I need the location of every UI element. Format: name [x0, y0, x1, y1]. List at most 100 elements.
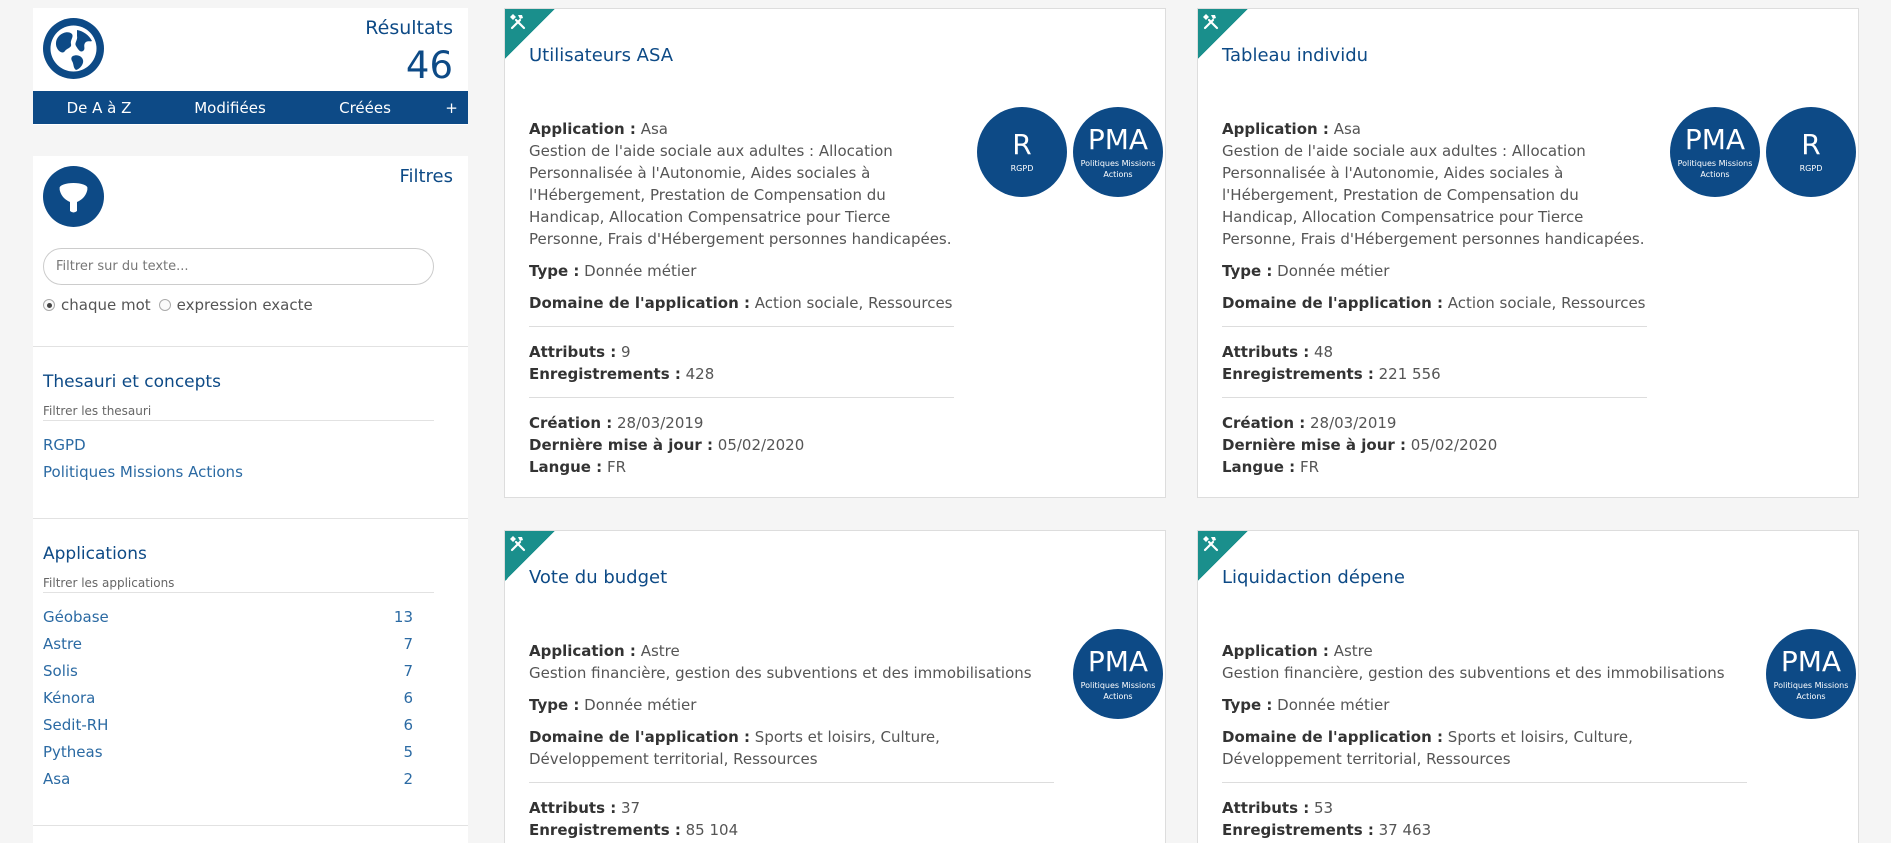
language-value: FR	[606, 458, 627, 476]
card-details: Application : Astre Gestion financière, g…	[529, 640, 1054, 841]
badge-rgpd[interactable]: R RGPD	[977, 107, 1067, 197]
thesauri-title: Thesauri et concepts	[43, 372, 221, 392]
application-label: Application :	[529, 120, 636, 138]
dataset-card[interactable]: Utilisateurs ASA R RGPD PMA Politiques Mis…	[504, 8, 1166, 498]
dataset-card[interactable]: Liquidaction dépene PMA Politiques Missio…	[1197, 530, 1859, 843]
application-item[interactable]: Asa 2	[43, 770, 413, 788]
application-label: Application :	[1222, 120, 1329, 138]
language-label: Langue :	[1222, 458, 1296, 476]
application-count: 5	[403, 743, 413, 761]
results-label: Résultats	[365, 17, 453, 39]
creation-label: Création :	[529, 414, 613, 432]
application-description: Gestion de l'aide sociale aux adultes : …	[529, 142, 952, 248]
card-title[interactable]: Utilisateurs ASA	[529, 45, 673, 66]
divider	[1222, 782, 1747, 783]
filters-label: Filtres	[399, 166, 453, 187]
badge-code: PMA	[1684, 122, 1746, 156]
radio-exact-expression-label: expression exacte	[176, 296, 313, 314]
card-title[interactable]: Vote du budget	[529, 567, 667, 588]
badge-caption: Politiques Missions Actions	[1773, 680, 1849, 701]
records-label: Enregistrements :	[529, 365, 681, 383]
radio-each-word[interactable]	[43, 299, 55, 311]
card-title[interactable]: Liquidaction dépene	[1222, 567, 1405, 588]
last-update-value: 05/02/2020	[717, 436, 805, 454]
badge-pma[interactable]: PMA Politiques Missions Actions	[1670, 107, 1760, 197]
domain-label: Domaine de l'application :	[1222, 728, 1444, 746]
badge-rgpd[interactable]: R RGPD	[1766, 107, 1856, 197]
application-count: 6	[403, 689, 413, 707]
application-description: Gestion financière, gestion des subventi…	[529, 664, 1032, 682]
badge-caption: RGPD	[1010, 164, 1034, 173]
application-name: Astre	[43, 635, 83, 653]
badge-group: PMA Politiques Missions Actions R RGPD	[1670, 107, 1856, 197]
records-value: 428	[685, 365, 715, 383]
application-value: Asa	[1333, 120, 1361, 138]
type-label: Type :	[1222, 696, 1273, 714]
attributes-value: 53	[1314, 799, 1334, 817]
application-item[interactable]: Géobase 13	[43, 608, 413, 626]
records-label: Enregistrements :	[529, 821, 681, 839]
badge-pma[interactable]: PMA Politiques Missions Actions	[1073, 107, 1163, 197]
application-value: Asa	[640, 120, 668, 138]
divider	[33, 518, 468, 519]
badge-code: PMA	[1780, 644, 1842, 678]
creation-value: 28/03/2019	[1310, 414, 1397, 432]
application-item[interactable]: Pytheas 5	[43, 743, 413, 761]
sort-az-button[interactable]: De A à Z	[33, 99, 165, 117]
badge-group: R RGPD PMA Politiques Missions Actions	[977, 107, 1163, 197]
dataset-card[interactable]: Tableau individu PMA Politiques Missions …	[1197, 8, 1859, 498]
last-update-label: Dernière mise à jour :	[1222, 436, 1406, 454]
badge-pma[interactable]: PMA Politiques Missions Actions	[1073, 629, 1163, 719]
domain-label: Domaine de l'application :	[529, 294, 751, 312]
badge-code: PMA	[1087, 122, 1149, 156]
application-description: Gestion financière, gestion des subventi…	[1222, 664, 1725, 682]
results-panel: Résultats 46 De A à Z Modifiées Créées +	[33, 8, 468, 125]
application-item[interactable]: Solis 7	[43, 662, 413, 680]
divider	[529, 782, 1054, 783]
divider	[33, 346, 468, 347]
application-item[interactable]: Sedit-RH 6	[43, 716, 413, 734]
attributes-label: Attributs :	[1222, 799, 1310, 817]
creation-label: Création :	[1222, 414, 1306, 432]
application-name: Kénora	[43, 689, 96, 707]
application-item[interactable]: Astre 7	[43, 635, 413, 653]
attributes-value: 48	[1314, 343, 1334, 361]
divider	[33, 825, 468, 826]
badge-group: PMA Politiques Missions Actions	[1073, 629, 1163, 719]
application-name: Solis	[43, 662, 78, 680]
last-update-value: 05/02/2020	[1410, 436, 1498, 454]
sort-more-button[interactable]: +	[435, 99, 468, 117]
type-label: Type :	[529, 696, 580, 714]
records-value: 85 104	[685, 821, 739, 839]
thesauri-filter-label: Filtrer les thesauri	[43, 404, 434, 421]
application-name: Géobase	[43, 608, 109, 626]
last-update-label: Dernière mise à jour :	[529, 436, 713, 454]
application-value: Astre	[1333, 642, 1373, 660]
dataset-card[interactable]: Vote du budget PMA Politiques Missions Ac…	[504, 530, 1166, 843]
badge-pma[interactable]: PMA Politiques Missions Actions	[1766, 629, 1856, 719]
radio-exact-expression[interactable]	[158, 299, 171, 311]
badge-caption: Politiques Missions Actions	[1080, 158, 1156, 179]
type-value: Donnée métier	[1277, 262, 1390, 280]
divider	[529, 397, 954, 398]
card-title[interactable]: Tableau individu	[1222, 45, 1368, 66]
badge-code: PMA	[1087, 644, 1149, 678]
records-value: 37 463	[1378, 821, 1432, 839]
thesaurus-item-rgpd[interactable]: RGPD	[43, 436, 86, 454]
sort-modified-button[interactable]: Modifiées	[165, 99, 295, 117]
application-count: 7	[403, 662, 413, 680]
application-count: 13	[393, 608, 413, 626]
card-details: Application : Astre Gestion financière, g…	[1222, 640, 1747, 841]
text-filter-input[interactable]	[43, 248, 434, 285]
divider	[529, 326, 954, 327]
sort-created-button[interactable]: Créées	[295, 99, 435, 117]
badge-caption: Politiques Missions Actions	[1080, 680, 1156, 701]
records-label: Enregistrements :	[1222, 821, 1374, 839]
thesaurus-item-pma[interactable]: Politiques Missions Actions	[43, 463, 243, 481]
sort-bar: De A à Z Modifiées Créées +	[33, 91, 468, 124]
type-value: Donnée métier	[584, 262, 697, 280]
application-item[interactable]: Kénora 6	[43, 689, 413, 707]
language-value: FR	[1299, 458, 1320, 476]
domain-value: Action sociale, Ressources	[754, 294, 953, 312]
attributes-label: Attributs :	[1222, 343, 1310, 361]
